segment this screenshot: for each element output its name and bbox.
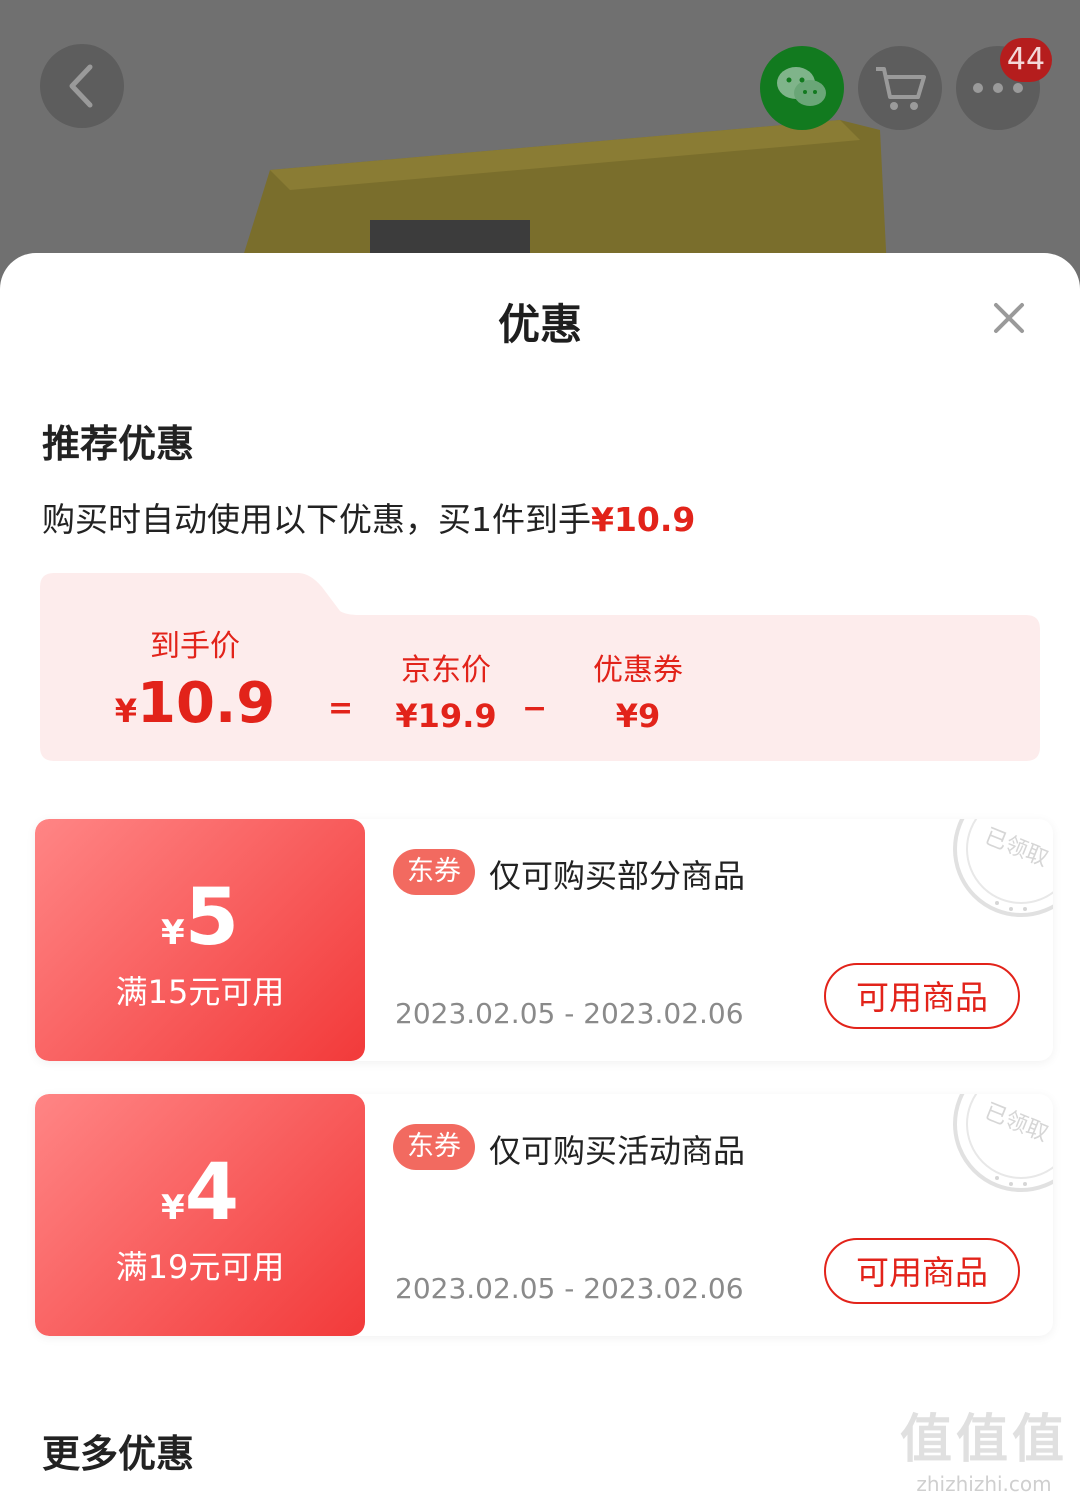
back-button[interactable] [40, 44, 124, 128]
coupon-yen: ¥ [161, 1188, 185, 1228]
final-price-group: 到手价 ¥10.9 [110, 621, 280, 736]
claimed-stamp-icon: 已领取 [953, 1094, 1053, 1192]
applicable-products-button[interactable]: 可用商品 [824, 1238, 1020, 1304]
recommended-desc-text: 购买时自动使用以下优惠，买1件到手 [42, 500, 591, 539]
wechat-icon [777, 67, 826, 106]
coupon-card: ¥5 满15元可用 东券 仅可购买部分商品 2023.02.05 - 2023.… [35, 819, 1053, 1061]
coupon-discount-group: 优惠券 ¥9 [568, 645, 708, 735]
coupon-amount: ¥5 [35, 873, 365, 963]
jd-price-label: 京东价 [401, 653, 491, 688]
coupon-card: ¥4 满19元可用 东券 仅可购买活动商品 2023.02.05 - 2023.… [35, 1094, 1053, 1336]
stamp-text: 已领取 [981, 1099, 1052, 1147]
final-price-yen: ¥ [114, 692, 138, 730]
coupon-description: 仅可购买部分商品 [489, 857, 746, 895]
coupon-amount-number: 4 [184, 1148, 239, 1238]
recommended-description: 购买时自动使用以下优惠，买1件到手¥10.9 [42, 493, 695, 541]
wechat-share-button[interactable] [760, 46, 844, 130]
chevron-left-icon [69, 64, 93, 108]
coupon-amount: ¥4 [35, 1148, 365, 1238]
discount-sheet: 优惠 推荐优惠 购买时自动使用以下优惠，买1件到手¥10.9 到手价 ¥10.9… [0, 253, 1080, 1500]
coupon-validity-dates: 2023.02.05 - 2023.02.06 [395, 1272, 744, 1305]
claimed-stamp-icon: 已领取 [953, 819, 1053, 917]
sheet-title: 优惠 [497, 300, 582, 349]
coupon-amount-panel: ¥5 满15元可用 [35, 819, 365, 1061]
cart-count-badge: 44 [1000, 38, 1052, 82]
coupon-amount-panel: ¥4 满19元可用 [35, 1094, 365, 1336]
final-price-value: ¥10.9 [110, 671, 280, 736]
equals-sign: = [328, 691, 354, 726]
cart-icon [876, 67, 926, 110]
coupon-yen: ¥ [161, 913, 185, 953]
coupon-description: 仅可购买活动商品 [489, 1132, 746, 1170]
watermark-url: zhizhizhi.com [916, 1472, 1052, 1496]
applicable-products-button[interactable]: 可用商品 [824, 963, 1020, 1029]
cart-button[interactable] [858, 46, 942, 130]
price-breakdown: 到手价 ¥10.9 = 京东价 ¥19.9 − 优惠券 ¥9 [40, 573, 1040, 761]
recommended-price: ¥10.9 [591, 500, 696, 539]
coupon-amount-number: 5 [184, 873, 239, 963]
coupon-discount-label: 优惠券 [593, 653, 683, 688]
stamp-text: 已领取 [981, 824, 1052, 872]
recommended-title: 推荐优惠 [42, 422, 195, 466]
close-icon[interactable] [986, 295, 1032, 341]
coupon-discount-value: ¥9 [615, 697, 661, 735]
minus-sign: − [522, 691, 548, 726]
watermark-logo: 值值值 [899, 1410, 1068, 1470]
more-icon [973, 83, 1023, 93]
site-watermark: 值值值 zhizhizhi.com [900, 1397, 1068, 1496]
jd-price-group: 京东价 ¥19.9 [376, 645, 516, 735]
coupon-tag: 东券 [393, 1124, 475, 1170]
coupon-condition: 满19元可用 [115, 1248, 285, 1286]
final-price-label: 到手价 [150, 629, 240, 664]
coupon-tag: 东券 [393, 849, 475, 895]
more-discounts-title: 更多优惠 [42, 1432, 195, 1476]
final-price-number: 10.9 [137, 671, 276, 736]
jd-price-value: ¥19.9 [395, 697, 497, 735]
coupon-validity-dates: 2023.02.05 - 2023.02.06 [395, 997, 744, 1030]
coupon-condition: 满15元可用 [115, 973, 285, 1011]
